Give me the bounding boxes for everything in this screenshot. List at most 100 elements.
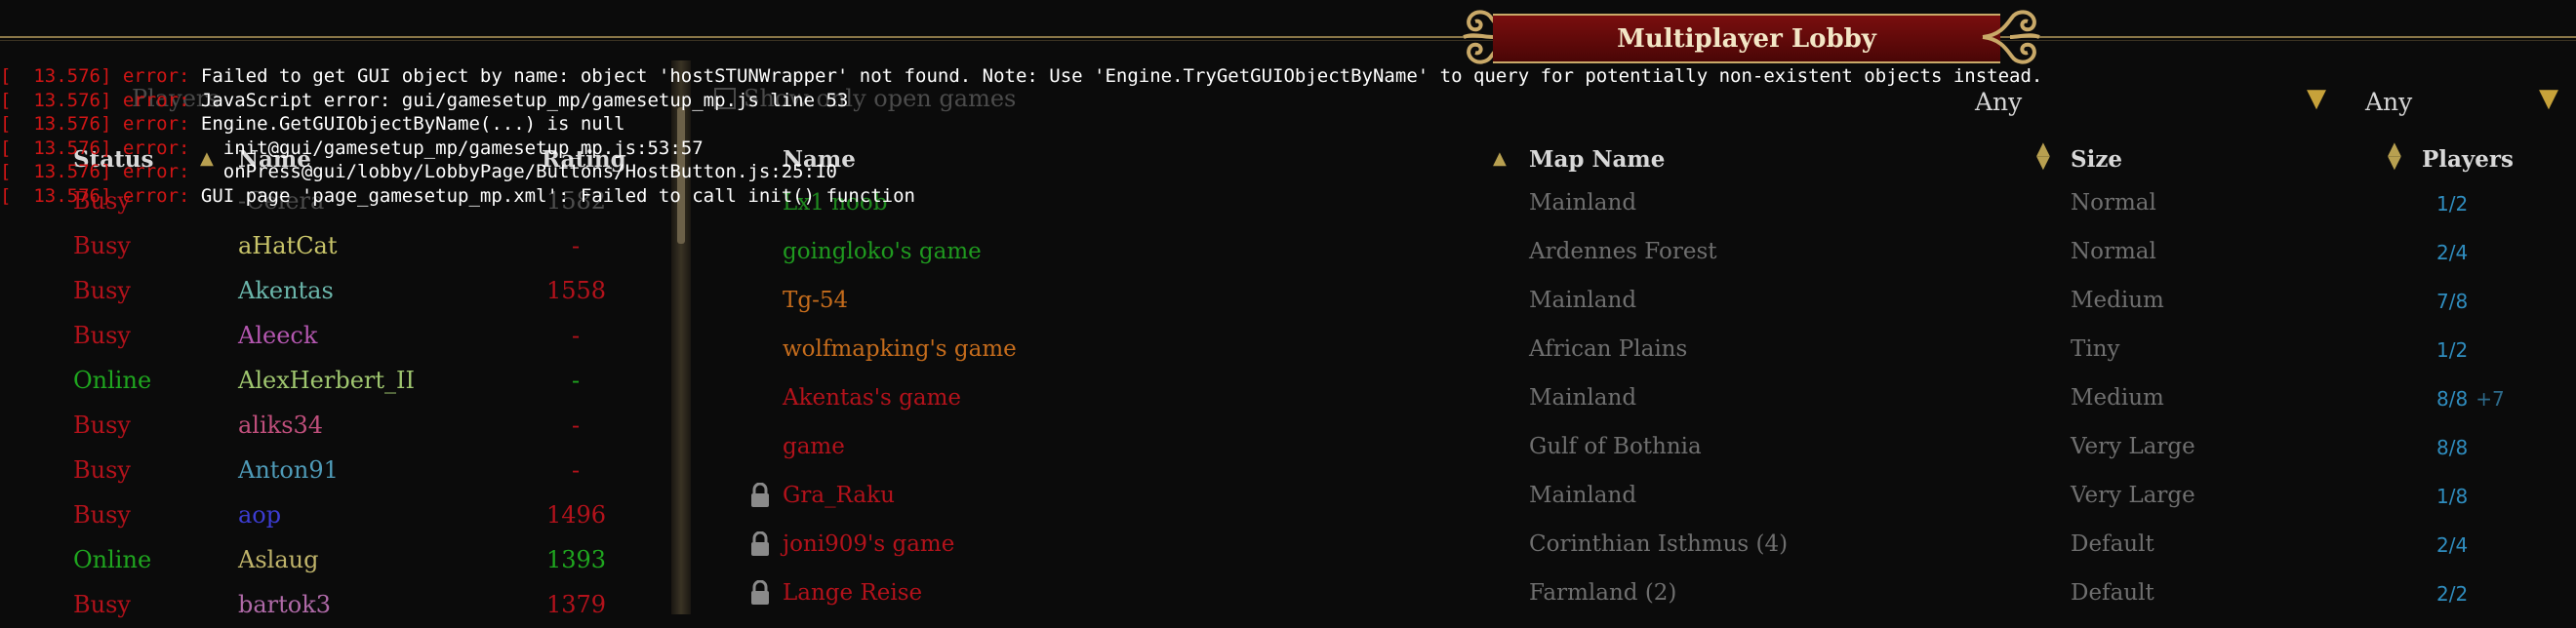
game-row[interactable]: game Gulf of Bothnia Very Large 8/8 <box>695 423 2576 472</box>
game-players: 2/4 <box>2436 241 2475 264</box>
game-observer-count: +7 <box>2475 387 2505 411</box>
console-prefix: [ 13.576] error: <box>0 89 201 111</box>
player-rating: - <box>571 367 581 394</box>
player-row[interactable]: Busy aop 1496 <box>0 493 664 538</box>
game-player-count: 2/4 <box>2436 241 2469 264</box>
console-error-line: [ 13.576] error: onPress@gui/lobby/Lobby… <box>0 160 2576 184</box>
player-rating: 1496 <box>546 501 607 529</box>
game-player-count: 1/8 <box>2436 485 2469 508</box>
game-row[interactable]: Tg-54 Mainland Medium 7/8 <box>695 277 2576 326</box>
player-name: Aleeck <box>238 322 318 349</box>
player-row[interactable]: Busy Akentas 1558 <box>0 269 664 314</box>
player-name: Akentas <box>238 277 334 304</box>
game-size: Very Large <box>2071 483 2195 508</box>
game-row[interactable]: wolfmapking's game African Plains Tiny 1/2 <box>695 326 2576 374</box>
player-rating: - <box>571 412 581 439</box>
game-player-count: 7/8 <box>2436 290 2469 313</box>
player-name: AlexHerbert_II <box>238 367 415 394</box>
game-name: Gra_Raku <box>783 483 895 508</box>
game-name: game <box>783 434 845 459</box>
console-prefix: [ 13.576] error: <box>0 65 201 87</box>
player-row[interactable]: Online Aslaug 1393 <box>0 538 664 583</box>
console-message: JavaScript error: gui/gamesetup_mp/games… <box>200 89 849 111</box>
lock-icon <box>751 483 769 507</box>
game-row[interactable]: joni909's game Corinthian Isthmus (4) Defa… <box>695 521 2576 569</box>
console-message: Failed to get GUI object by name: object… <box>200 65 2043 87</box>
player-name: Anton91 <box>238 456 339 484</box>
lock-icon <box>751 531 769 556</box>
game-map: Mainland <box>1529 483 1637 508</box>
game-player-count: 2/2 <box>2436 582 2469 606</box>
player-rating: 1393 <box>546 546 607 573</box>
console-prefix: [ 13.576] error: <box>0 113 201 135</box>
game-player-count: 8/8 <box>2436 436 2469 459</box>
lock-icon <box>751 580 769 605</box>
game-players: 7/8 <box>2436 290 2475 313</box>
console-error-line: [ 13.576] error: Engine.GetGUIObjectByNa… <box>0 112 2576 137</box>
player-row[interactable]: Busy aHatCat - <box>0 224 664 269</box>
window-title: Multiplayer Lobby <box>1617 23 1876 54</box>
game-size: Medium <box>2071 385 2164 411</box>
game-size: Normal <box>2071 239 2156 264</box>
game-map: Farmland (2) <box>1529 580 1677 606</box>
title-rule <box>0 36 2576 38</box>
player-name: aliks34 <box>238 412 324 439</box>
player-rating: - <box>571 322 581 349</box>
console-prefix: [ 13.576] error: <box>0 184 201 207</box>
game-name: joni909's game <box>783 531 955 557</box>
player-status: Busy <box>73 322 131 349</box>
console-error-line: [ 13.576] error: init@gui/gamesetup_mp/g… <box>0 137 2576 161</box>
player-status: Busy <box>73 412 131 439</box>
player-status: Busy <box>73 456 131 484</box>
game-row[interactable]: Gra_Raku Mainland Very Large 1/8 <box>695 472 2576 521</box>
player-row[interactable]: Online AlexHerbert_II - <box>0 359 664 404</box>
game-players: 2/4 <box>2436 533 2475 557</box>
player-row[interactable]: Busy bartok3 1379 <box>0 583 664 628</box>
game-players: 2/2 <box>2436 582 2475 606</box>
player-name: Aslaug <box>238 546 319 573</box>
game-name: Lange Reise <box>783 580 923 606</box>
game-name: Akentas's game <box>783 385 962 411</box>
game-players: 1/2 <box>2436 338 2475 362</box>
player-row[interactable]: Busy aliks34 - <box>0 404 664 449</box>
game-map: Corinthian Isthmus (4) <box>1529 531 1789 557</box>
game-player-count: 8/8 <box>2436 387 2469 411</box>
title-banner: Multiplayer Lobby <box>1493 14 2000 63</box>
player-name: aop <box>238 501 282 529</box>
console-prefix: [ 13.576] error: <box>0 137 201 159</box>
console-prefix: [ 13.576] error: <box>0 161 201 182</box>
game-map: African Plains <box>1529 336 1688 362</box>
game-map: Mainland <box>1529 288 1637 313</box>
game-players: 8/8 <box>2436 436 2475 459</box>
player-row[interactable]: Busy Anton91 - <box>0 449 664 493</box>
console-message: init@gui/gamesetup_mp/gamesetup_mp.js:53… <box>200 137 704 159</box>
error-console: [ 13.576] error: Failed to get GUI objec… <box>0 64 2576 208</box>
player-rating: - <box>571 232 581 259</box>
console-message: onPress@gui/lobby/LobbyPage/Buttons/Host… <box>200 161 837 182</box>
player-rating: 1558 <box>546 277 607 304</box>
game-name: wolfmapking's game <box>783 336 1017 362</box>
console-message: Engine.GetGUIObjectByName(...) is null <box>200 113 625 135</box>
game-name: Tg-54 <box>783 288 849 313</box>
game-row[interactable]: Lange Reise Farmland (2) Default 2/2 <box>695 569 2576 618</box>
player-status: Online <box>73 546 152 573</box>
game-row[interactable]: Akentas's game Mainland Medium 8/8 +7 <box>695 374 2576 423</box>
player-status: Busy <box>73 277 131 304</box>
player-status: Online <box>73 367 152 394</box>
game-size: Default <box>2071 580 2154 606</box>
console-message: GUI page 'page_gamesetup_mp.xml': Failed… <box>200 184 915 207</box>
game-players: 1/8 <box>2436 485 2475 508</box>
game-players: 8/8 +7 <box>2436 387 2505 411</box>
game-row[interactable]: goingloko's game Ardennes Forest Normal 2/4 <box>695 228 2576 277</box>
console-error-line: [ 13.576] error: JavaScript error: gui/g… <box>0 89 2576 113</box>
player-row[interactable]: Busy Aleeck - <box>0 314 664 359</box>
player-rating: - <box>571 456 581 484</box>
game-map: Ardennes Forest <box>1529 239 1717 264</box>
title-rule-shadow <box>0 40 2576 41</box>
game-player-count: 2/4 <box>2436 533 2469 557</box>
console-error-line: [ 13.576] error: Failed to get GUI objec… <box>0 64 2576 89</box>
game-name: goingloko's game <box>783 239 982 264</box>
game-player-count: 1/2 <box>2436 338 2469 362</box>
game-map: Mainland <box>1529 385 1637 411</box>
game-size: Tiny <box>2071 336 2120 362</box>
